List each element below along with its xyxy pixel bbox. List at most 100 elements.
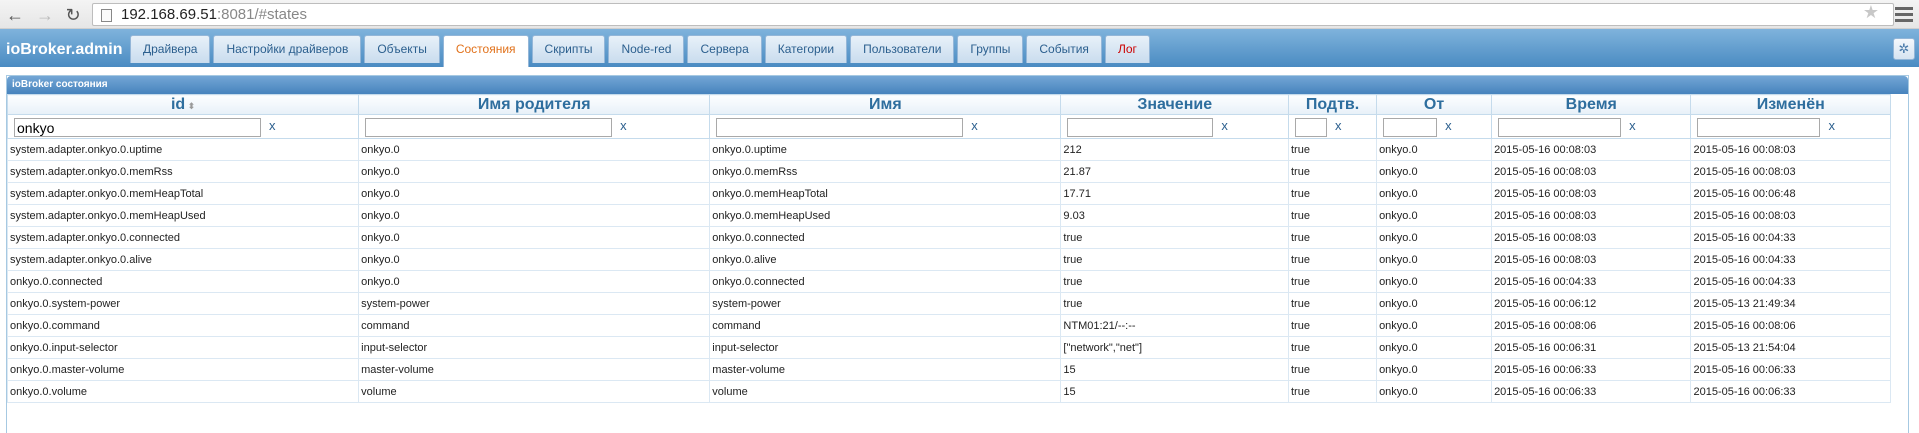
table-cell: onkyo.0 — [358, 204, 711, 227]
column-header-3[interactable]: Значение — [1060, 94, 1289, 115]
table-cell: system-power — [358, 292, 711, 315]
brand-title: ioBroker.admin — [6, 41, 123, 58]
clear-filter-button[interactable]: x — [620, 118, 627, 133]
table-row[interactable]: onkyo.0.command command command NTM01:21/--… — [6, 314, 1891, 337]
table-cell: true — [1287, 160, 1378, 183]
table-cell: 2015-05-16 00:08:03 — [1491, 204, 1692, 227]
filter-input-2[interactable] — [716, 118, 964, 137]
table-cell: onkyo.0 — [1376, 358, 1493, 381]
filter-row: xxxxxxxx — [6, 114, 1891, 139]
browser-menu-icon[interactable] — [1895, 4, 1913, 24]
tab-9[interactable]: Группы — [957, 35, 1024, 63]
column-header-5[interactable]: От — [1376, 94, 1493, 115]
clear-filter-button[interactable]: x — [1445, 118, 1452, 133]
table-cell: volume — [358, 380, 711, 403]
tab-0[interactable]: Драйвера — [130, 35, 211, 63]
table-row[interactable]: system.adapter.onkyo.0.alive onkyo.0 onkyo… — [6, 248, 1891, 271]
clear-filter-button[interactable]: x — [1629, 118, 1636, 133]
table-row[interactable]: onkyo.0.volume volume volume 15 true onkyo.0 2… — [6, 380, 1891, 403]
forward-icon[interactable]: → — [34, 4, 56, 26]
table-cell: onkyo.0.connected — [709, 226, 1062, 249]
table-cell: onkyo.0.connected — [6, 270, 360, 293]
table-cell: true — [1060, 270, 1289, 293]
table-cell: NTM01:21/--:-- — [1060, 314, 1289, 337]
filter-input-1[interactable] — [365, 118, 613, 137]
tab-6[interactable]: Сервера — [687, 35, 762, 63]
reload-icon[interactable]: ↻ — [62, 4, 84, 26]
tab-7[interactable]: Категории — [764, 35, 848, 63]
clear-filter-button[interactable]: x — [1828, 118, 1835, 133]
column-header-2[interactable]: Имя — [709, 94, 1062, 115]
tab-1[interactable]: Настройки драйверов — [213, 35, 362, 63]
filter-input-3[interactable] — [1067, 118, 1214, 137]
table-cell: onkyo.0 — [1376, 270, 1493, 293]
table-cell: onkyo.0.connected — [709, 270, 1062, 293]
address-bar[interactable]: 192.168.69.51:8081/#states — [92, 3, 1894, 26]
column-header-label: Имя — [869, 95, 902, 113]
column-header-1[interactable]: Имя родителя — [358, 94, 711, 115]
table-cell: onkyo.0 — [1376, 380, 1493, 403]
table-cell: true — [1060, 248, 1289, 271]
table-cell: system.adapter.onkyo.0.alive — [6, 248, 360, 271]
table-cell: true — [1287, 358, 1378, 381]
tab-5[interactable]: Node-red — [608, 35, 685, 63]
table-cell: onkyo.0 — [1376, 292, 1493, 315]
tab-11[interactable]: Лог — [1104, 35, 1150, 63]
column-header-0[interactable]: id ⬍ — [6, 94, 360, 115]
filter-input-0[interactable] — [14, 118, 261, 137]
table-cell: master-volume — [358, 358, 711, 381]
tab-3[interactable]: Состояния — [442, 35, 529, 67]
table-cell: true — [1287, 336, 1378, 359]
column-header-4[interactable]: Подтв. — [1287, 94, 1378, 115]
back-icon[interactable]: ← — [4, 4, 26, 26]
settings-gear-icon[interactable]: ✲ — [1893, 38, 1915, 60]
table-cell: 2015-05-16 00:08:06 — [1690, 314, 1891, 337]
table-cell: command — [358, 314, 711, 337]
column-header-7[interactable]: Изменён — [1690, 94, 1891, 115]
tab-4[interactable]: Скрипты — [531, 35, 606, 63]
table-cell: onkyo.0.volume — [6, 380, 360, 403]
table-row[interactable]: system.adapter.onkyo.0.connected onkyo.0 o… — [6, 226, 1891, 249]
column-header-label: Значение — [1137, 95, 1213, 113]
clear-filter-button[interactable]: x — [971, 118, 978, 133]
table-cell: onkyo.0 — [358, 226, 711, 249]
clear-filter-button[interactable]: x — [1335, 118, 1342, 133]
table-row[interactable]: system.adapter.onkyo.0.uptime onkyo.0 onky… — [6, 138, 1891, 161]
table-cell: 2015-05-16 00:08:03 — [1690, 160, 1891, 183]
table-cell: onkyo.0 — [1376, 248, 1493, 271]
table-cell: onkyo.0 — [358, 248, 711, 271]
table-cell: onkyo.0 — [1376, 226, 1493, 249]
filter-input-5[interactable] — [1383, 118, 1438, 137]
table-cell: true — [1287, 204, 1378, 227]
table-row[interactable]: onkyo.0.master-volume master-volume master… — [6, 358, 1891, 381]
table-cell: onkyo.0 — [1376, 204, 1493, 227]
filter-input-6[interactable] — [1498, 118, 1622, 137]
filter-input-4[interactable] — [1294, 118, 1327, 137]
table-cell: 212 — [1060, 138, 1289, 161]
table-cell: 15 — [1060, 380, 1289, 403]
table-cell: 2015-05-16 00:08:03 — [1491, 182, 1692, 205]
table-row[interactable]: system.adapter.onkyo.0.memHeapTotal onkyo… — [6, 182, 1891, 205]
table-cell: 2015-05-16 00:08:03 — [1491, 160, 1692, 183]
clear-filter-button[interactable]: x — [1221, 118, 1228, 133]
tab-2[interactable]: Объекты — [364, 35, 440, 63]
filter-cell-6: x — [1491, 114, 1692, 139]
tab-10[interactable]: События — [1026, 35, 1102, 63]
table-row[interactable]: onkyo.0.system-power system-power system-p… — [6, 292, 1891, 315]
tab-8[interactable]: Пользователи — [850, 35, 955, 63]
table-cell: 9.03 — [1060, 204, 1289, 227]
table-cell: true — [1287, 182, 1378, 205]
filter-input-7[interactable] — [1697, 118, 1821, 137]
column-header-6[interactable]: Время — [1491, 94, 1692, 115]
clear-filter-button[interactable]: x — [269, 118, 276, 133]
table-cell: 17.71 — [1060, 182, 1289, 205]
table-row[interactable]: onkyo.0.input-selector input-selector inpu… — [6, 336, 1891, 359]
table-row[interactable]: onkyo.0.connected onkyo.0 onkyo.0.connecte… — [6, 270, 1891, 293]
table-cell: onkyo.0.input-selector — [6, 336, 360, 359]
table-row[interactable]: system.adapter.onkyo.0.memRss onkyo.0 onky… — [6, 160, 1891, 183]
table-cell: true — [1287, 270, 1378, 293]
table-cell: true — [1287, 380, 1378, 403]
bookmark-star-icon[interactable]: ★ — [1863, 2, 1879, 23]
sort-icon[interactable]: ⬍ — [185, 101, 196, 111]
table-row[interactable]: system.adapter.onkyo.0.memHeapUsed onkyo.… — [6, 204, 1891, 227]
